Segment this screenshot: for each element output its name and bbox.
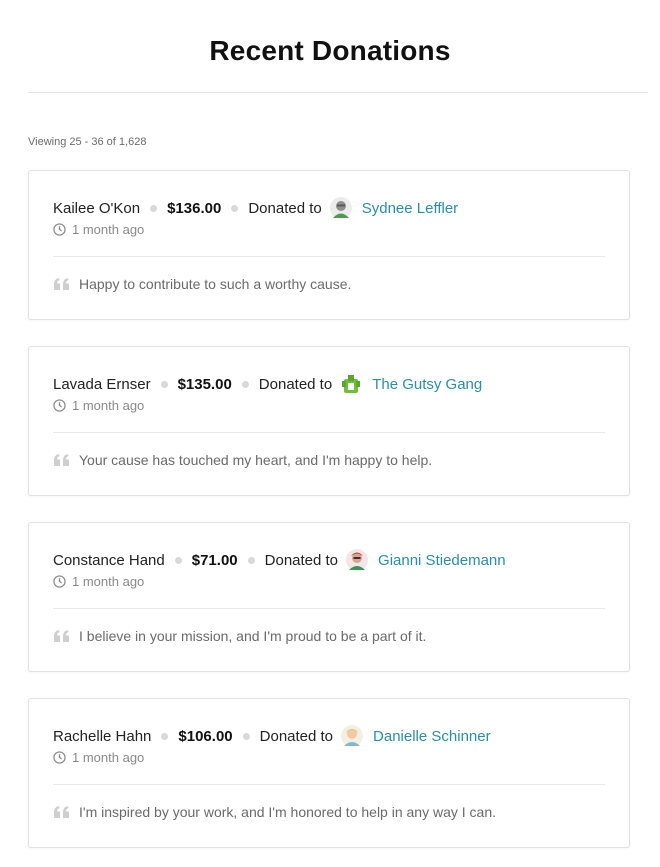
donation-header: Constance Hand $71.00 Donated to Gianni …	[53, 549, 605, 571]
time-ago: 1 month ago	[72, 749, 145, 765]
separator-dot	[150, 204, 158, 212]
quote-icon	[53, 629, 71, 643]
donor-name: Constance Hand	[53, 551, 165, 569]
clock-icon	[53, 750, 66, 764]
quote-icon	[53, 805, 71, 819]
donation-message: I believe in your mission, and I'm proud…	[53, 627, 605, 645]
recipient-avatar[interactable]	[329, 197, 352, 219]
donation-header: Rachelle Hahn $106.00 Donated to Daniell…	[53, 725, 605, 747]
donation-card: Kailee O'Kon $136.00 Donated to Sydnee L…	[28, 170, 630, 320]
recipient-avatar[interactable]	[341, 725, 364, 747]
recipient-avatar[interactable]	[346, 549, 369, 571]
quote-icon	[53, 277, 71, 291]
message-text: Your cause has touched my heart, and I'm…	[79, 452, 433, 468]
card-divider	[53, 256, 605, 257]
donation-card: Rachelle Hahn $106.00 Donated to Daniell…	[28, 698, 630, 848]
card-divider	[53, 432, 605, 433]
separator-dot	[242, 732, 250, 740]
page-title: Recent Donations	[209, 35, 451, 66]
donation-message: I'm inspired by your work, and I'm honor…	[53, 803, 605, 821]
separator-dot	[231, 204, 239, 212]
recipient-link[interactable]: Gianni Stiedemann	[378, 552, 506, 569]
donation-card: Constance Hand $71.00 Donated to Gianni …	[28, 522, 630, 672]
donation-header: Kailee O'Kon $136.00 Donated to Sydnee L…	[53, 197, 605, 219]
message-text: Happy to contribute to such a worthy cau…	[79, 276, 352, 292]
donation-header: Lavada Ernser $135.00 Donated to The Gut…	[53, 373, 605, 395]
donation-amount: $135.00	[177, 375, 232, 393]
recipient-link[interactable]: Sydnee Leffler	[362, 200, 458, 217]
separator-dot	[160, 380, 168, 388]
team-avatar[interactable]	[340, 373, 362, 395]
donor-name: Kailee O'Kon	[53, 199, 141, 217]
donation-card: Lavada Ernser $135.00 Donated to The Gut…	[28, 346, 630, 496]
separator-dot	[174, 556, 182, 564]
donated-to-label: Donated to	[259, 727, 334, 745]
separator-dot	[247, 556, 255, 564]
donor-name: Rachelle Hahn	[53, 727, 152, 745]
separator-dot	[161, 732, 169, 740]
pagination-summary: Viewing 25 - 36 of 1,628	[28, 136, 147, 148]
donated-to-label: Donated to	[258, 375, 333, 393]
time-ago: 1 month ago	[72, 573, 145, 589]
donation-message: Your cause has touched my heart, and I'm…	[53, 451, 605, 469]
donation-amount: $136.00	[167, 199, 222, 217]
separator-dot	[241, 380, 249, 388]
donation-message: Happy to contribute to such a worthy cau…	[53, 275, 605, 293]
quote-icon	[53, 453, 71, 467]
donation-amount: $71.00	[191, 551, 238, 569]
clock-icon	[53, 574, 66, 588]
donated-to-label: Donated to	[264, 551, 339, 569]
donation-time: 1 month ago	[53, 221, 144, 237]
donation-time: 1 month ago	[53, 749, 144, 765]
donation-amount: $106.00	[178, 727, 233, 745]
title-divider	[28, 92, 648, 93]
message-text: I'm inspired by your work, and I'm honor…	[79, 804, 496, 820]
recipient-link[interactable]: The Gutsy Gang	[372, 376, 482, 393]
donations-page: Recent Donations Viewing 25 - 36 of 1,62…	[0, 0, 660, 867]
donation-time: 1 month ago	[53, 397, 144, 413]
time-ago: 1 month ago	[72, 397, 145, 413]
donor-name: Lavada Ernser	[53, 375, 151, 393]
card-divider	[53, 784, 605, 785]
time-ago: 1 month ago	[72, 221, 145, 237]
clock-icon	[53, 222, 66, 236]
message-text: I believe in your mission, and I'm proud…	[79, 628, 427, 644]
recipient-link[interactable]: Danielle Schinner	[373, 728, 491, 745]
card-divider	[53, 608, 605, 609]
donated-to-label: Donated to	[248, 199, 322, 217]
donation-time: 1 month ago	[53, 573, 144, 589]
clock-icon	[53, 398, 66, 412]
